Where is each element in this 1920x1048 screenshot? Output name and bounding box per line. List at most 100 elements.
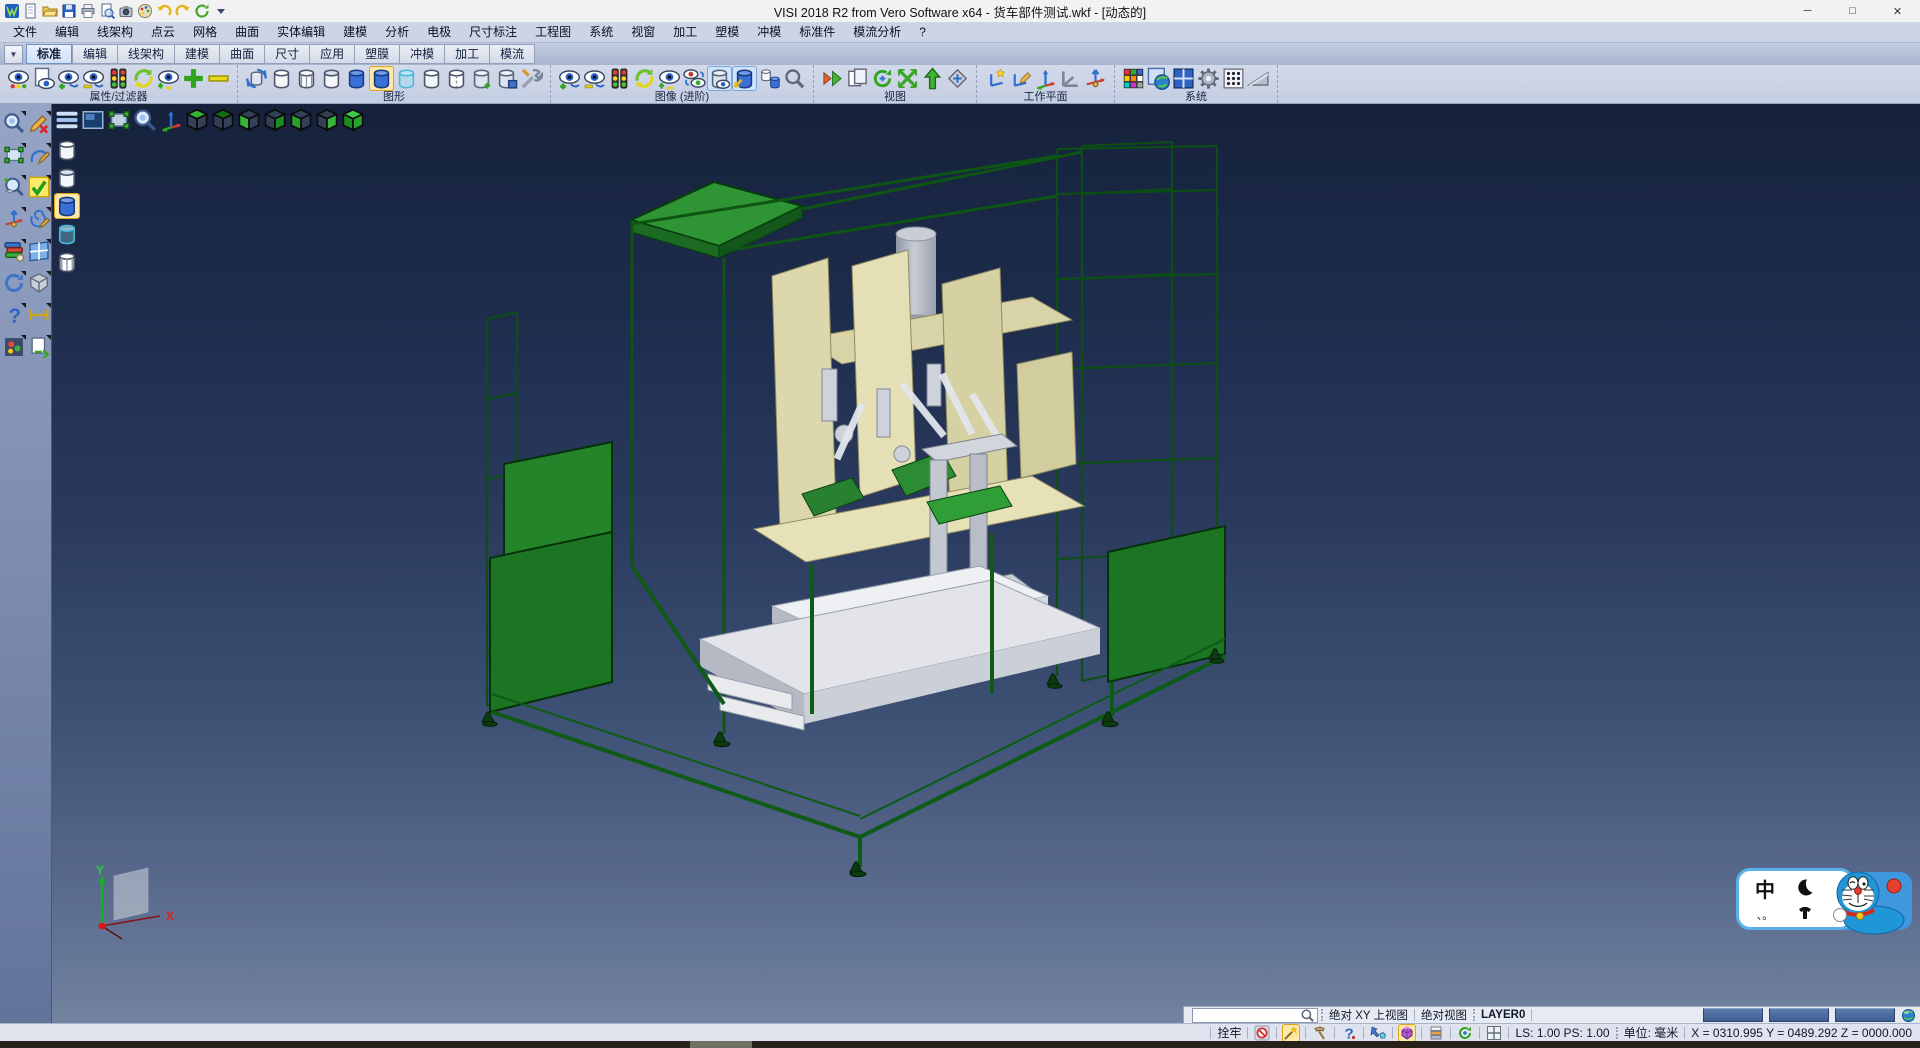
print-icon[interactable]	[80, 3, 96, 19]
regen-view-icon[interactable]	[3, 272, 25, 294]
tab-flow[interactable]: 模流	[489, 44, 535, 64]
menu-electrode[interactable]: 电极	[418, 23, 460, 42]
view-orientation-status[interactable]: 绝对 XY 上视图	[1329, 1007, 1408, 1023]
tab-mold[interactable]: 塑膜	[354, 44, 399, 64]
display-tools-icon[interactable]	[520, 67, 543, 90]
construction-tools-icon[interactable]	[1312, 1025, 1328, 1041]
app-logo-icon[interactable]	[4, 3, 20, 19]
filter-add-icon[interactable]	[57, 67, 80, 90]
view-list-icon[interactable]	[846, 67, 869, 90]
render-translucent-icon[interactable]	[55, 222, 79, 246]
filter-refresh-icon[interactable]	[132, 67, 155, 90]
screenshot-icon[interactable]	[118, 3, 134, 19]
tab-die[interactable]: 冲模	[399, 44, 444, 64]
element-hide-icon[interactable]	[583, 67, 606, 90]
view-menu-icon[interactable]	[55, 108, 79, 132]
shade-box-icon[interactable]	[495, 67, 518, 90]
element-arrow-icon[interactable]	[733, 67, 756, 90]
examine-element-icon[interactable]	[783, 67, 806, 90]
wireframe-view-icon[interactable]	[270, 67, 293, 90]
element-show-icon[interactable]	[558, 67, 581, 90]
render-hatched-icon[interactable]	[55, 250, 79, 274]
element-group-icon[interactable]	[758, 67, 781, 90]
globe-icon[interactable]	[1901, 1008, 1916, 1023]
redo-icon[interactable]	[175, 3, 191, 19]
zoom-select-icon[interactable]	[3, 112, 25, 134]
element-refresh-icon[interactable]	[633, 67, 656, 90]
axonometry-icon[interactable]	[159, 108, 183, 132]
view-back-icon[interactable]	[263, 108, 287, 132]
open-file-icon[interactable]	[42, 3, 58, 19]
regen-shading-icon[interactable]	[245, 67, 268, 90]
settings-gear-icon[interactable]	[1197, 67, 1220, 90]
view-reference-status[interactable]: 绝对视图	[1421, 1007, 1467, 1023]
menu-pointcloud[interactable]: 点云	[142, 23, 184, 42]
menu-standard-parts[interactable]: 标准件	[790, 23, 844, 42]
rotate-view-icon[interactable]	[871, 67, 894, 90]
workplane-lock-icon[interactable]	[1399, 1025, 1415, 1041]
pan-view-icon[interactable]	[896, 67, 919, 90]
element-plus-minus-icon[interactable]	[658, 67, 681, 90]
filter-plus-minus-icon[interactable]	[157, 67, 180, 90]
element-traffic-icon[interactable]	[608, 67, 631, 90]
active-layer-status[interactable]: LAYER0	[1481, 1009, 1525, 1021]
tab-surface[interactable]: 曲面	[219, 44, 264, 64]
tab-wireframe[interactable]: 线架构	[117, 44, 174, 64]
workplane-align-icon[interactable]	[1059, 67, 1082, 90]
confirm-selection-icon[interactable]	[28, 176, 50, 198]
render-settings-icon[interactable]	[3, 336, 25, 358]
translucent-view-icon[interactable]	[395, 67, 418, 90]
tab-application[interactable]: 应用	[309, 44, 354, 64]
machine-3d-model[interactable]	[472, 134, 1232, 889]
filter-page-icon[interactable]	[32, 67, 55, 90]
cad-wedge-icon[interactable]	[1247, 67, 1270, 90]
menu-edit[interactable]: 编辑	[46, 23, 88, 42]
view-front-icon[interactable]	[237, 108, 261, 132]
zoom-window-icon[interactable]	[107, 108, 131, 132]
menu-die[interactable]: 冲模	[748, 23, 790, 42]
menu-wireframe[interactable]: 线架构	[88, 23, 142, 42]
menu-window[interactable]: 视窗	[622, 23, 664, 42]
shade-element-icon[interactable]	[470, 67, 493, 90]
analysis-view-icon[interactable]	[445, 67, 468, 90]
zoom-solid-icon[interactable]	[3, 176, 25, 198]
menu-dimension[interactable]: 尺寸标注	[460, 23, 526, 42]
search-icon[interactable]	[1300, 1008, 1315, 1023]
maximize-button[interactable]: □	[1830, 0, 1875, 22]
sketch-delete-icon[interactable]	[28, 112, 50, 134]
layers-palette-icon[interactable]	[3, 240, 25, 262]
point-snap-icon[interactable]	[1370, 1025, 1386, 1041]
new-file-icon[interactable]	[23, 3, 39, 19]
menu-system[interactable]: 系统	[580, 23, 622, 42]
undo-icon[interactable]	[156, 3, 172, 19]
menu-analysis[interactable]: 分析	[376, 23, 418, 42]
system-colors-icon[interactable]	[1122, 67, 1145, 90]
view-windows-icon[interactable]	[28, 240, 50, 262]
remove-selection-icon[interactable]	[207, 67, 230, 90]
ime-tools-icon[interactable]	[1797, 905, 1813, 924]
color-swatch[interactable]	[1703, 1008, 1763, 1022]
menu-flow-analysis[interactable]: 模流分析	[844, 23, 910, 42]
render-shaded-icon[interactable]	[55, 194, 79, 218]
color-swatch[interactable]	[1769, 1008, 1829, 1022]
view-isometric-icon[interactable]	[341, 108, 365, 132]
ime-halfwidth-moon-icon[interactable]	[1796, 878, 1814, 899]
customize-toolbar-dropdown-icon[interactable]	[213, 3, 229, 19]
orient-view-icon[interactable]	[946, 67, 969, 90]
tab-modeling[interactable]: 建模	[174, 44, 219, 64]
snap-lock-toggle[interactable]: 拴牢	[1217, 1024, 1241, 1041]
view-right-icon[interactable]	[315, 108, 339, 132]
tab-machining[interactable]: 加工	[444, 44, 489, 64]
window-grid-icon[interactable]	[1172, 67, 1195, 90]
ghost-view-icon[interactable]	[420, 67, 443, 90]
color-swatch[interactable]	[1835, 1008, 1895, 1022]
menu-surface[interactable]: 曲面	[226, 23, 268, 42]
smart-snap-icon[interactable]	[1283, 1025, 1299, 1041]
menu-modeling[interactable]: 建模	[334, 23, 376, 42]
hidden-line-view-icon[interactable]	[295, 67, 318, 90]
workplane-origin-icon[interactable]	[1034, 67, 1057, 90]
add-selection-icon[interactable]	[182, 67, 205, 90]
solid-cube-icon[interactable]	[28, 272, 50, 294]
viewport-3d[interactable]: Y X	[52, 104, 1920, 1023]
menu-machining[interactable]: 加工	[664, 23, 706, 42]
